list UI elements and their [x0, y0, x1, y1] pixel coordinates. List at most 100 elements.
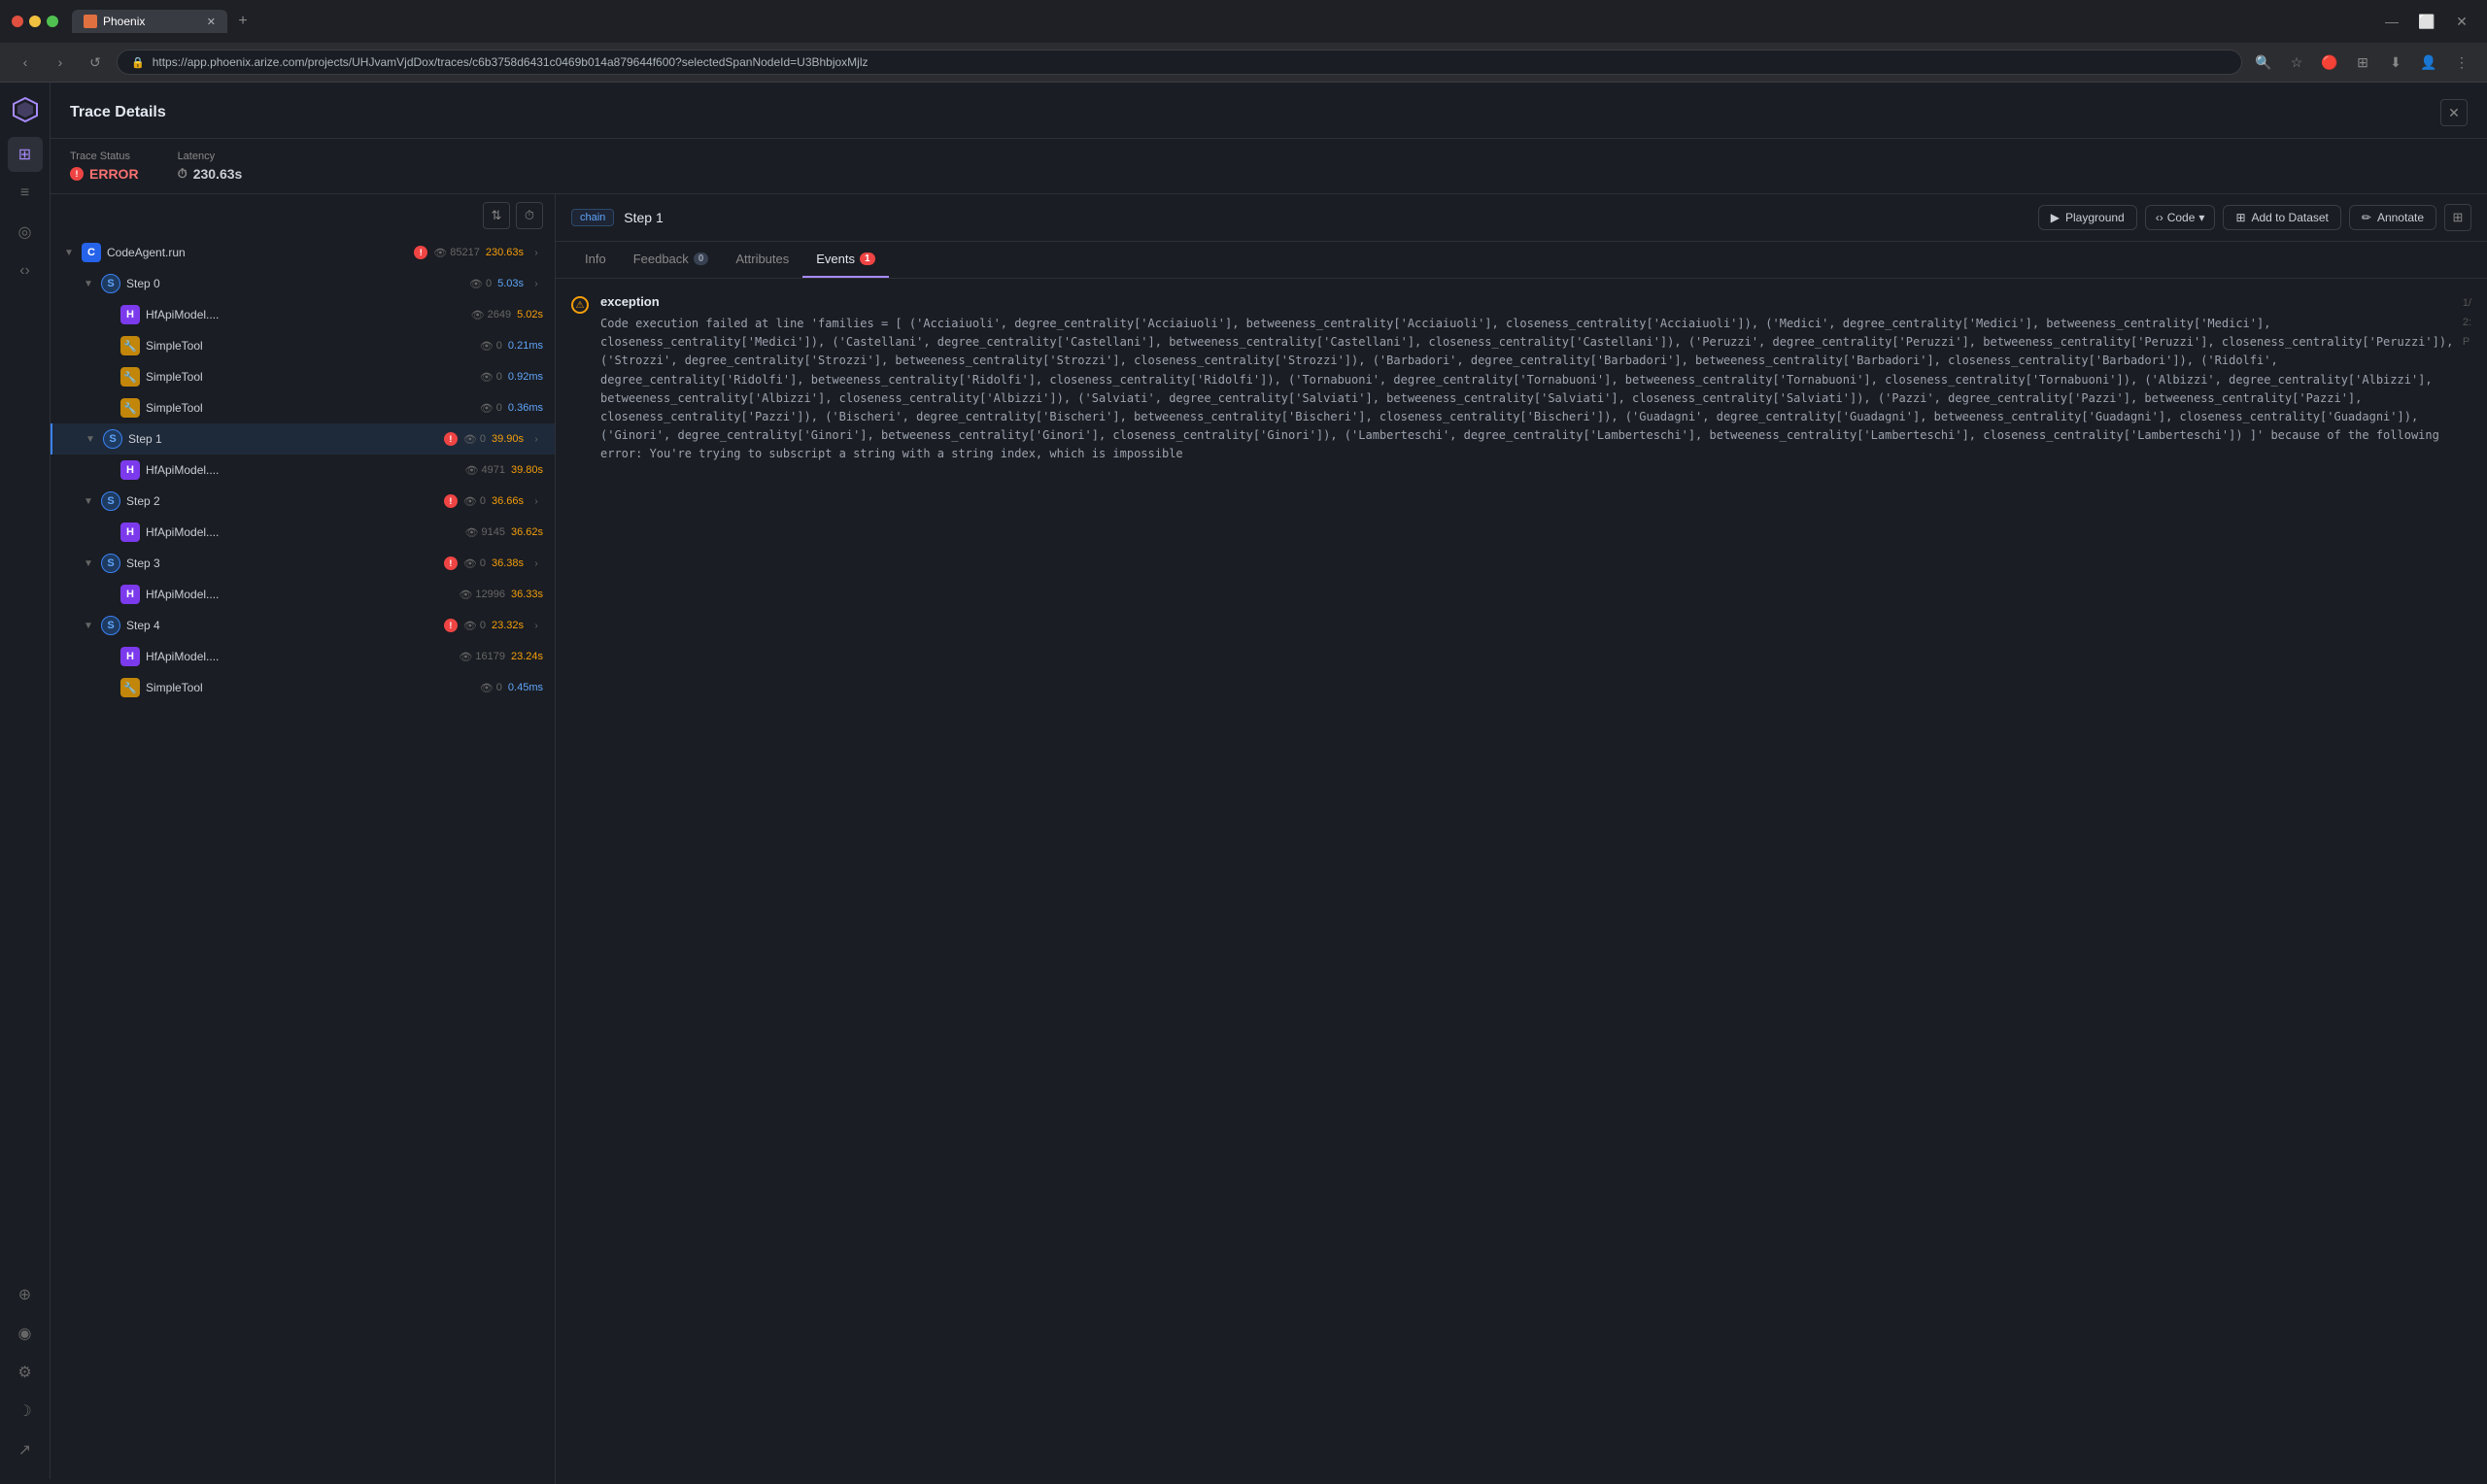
node-icon-tool3: 🔧 [120, 398, 140, 418]
node-tokens-step0: 👁 0 [469, 278, 492, 290]
tree-node-simpletool-2[interactable]: 🔧 SimpleTool 👁 0 0.92ms [51, 361, 555, 392]
sidebar-icon-list[interactable]: ≡ [8, 176, 43, 211]
back-button[interactable]: ‹ [12, 49, 39, 76]
close-trace-details-button[interactable]: ✕ [2440, 113, 2468, 126]
window-close-nav[interactable]: ✕ [2448, 8, 2475, 35]
tab-info-label: Info [585, 252, 606, 266]
expand-icon-step1: ▼ [84, 432, 97, 446]
node-error-step2: ! [444, 494, 458, 508]
tree-node-hfapi-0[interactable]: H HfApiModel.... 👁 2649 5.02s [51, 299, 555, 330]
sidebar-icon-export[interactable]: ↗ [8, 1433, 43, 1467]
trace-status-label: Trace Status [70, 151, 139, 162]
tab-close-btn[interactable]: ✕ [207, 16, 216, 28]
expand-icon [101, 650, 115, 663]
token-count-tool3: 0 [496, 402, 502, 414]
node-tokens-step2: 👁 0 [463, 495, 486, 508]
eye-icon: 👁 [469, 278, 483, 290]
tree-node-step3[interactable]: ▼ S Step 3 ! 👁 0 36.38s › [51, 548, 555, 579]
playground-button[interactable]: ▶ Playground [2038, 205, 2137, 230]
tab-events-label: Events [816, 252, 855, 266]
tree-node-root[interactable]: ▼ C CodeAgent.run ! 👁 85217 230.63s › [51, 237, 555, 268]
window-controls [12, 16, 58, 27]
node-tokens-tool3: 👁 0 [480, 402, 502, 415]
expand-icon [101, 525, 115, 539]
extension-btn-1[interactable]: 🔴 [2316, 49, 2343, 76]
tree-node-hfapi-1[interactable]: H HfApiModel.... 👁 4971 39.80s [51, 455, 555, 486]
tree-node-hfapi-4[interactable]: H HfApiModel.... 👁 16179 23.24s [51, 641, 555, 672]
node-tokens-step1: 👁 0 [463, 433, 486, 446]
timeline-button[interactable]: ⏱ [516, 202, 543, 229]
window-maximize-btn[interactable] [47, 16, 58, 27]
node-time-step3: 36.38s [492, 557, 524, 569]
browser-tab-active[interactable]: Phoenix ✕ [72, 10, 227, 33]
sidebar-icon-theme[interactable]: ☽ [8, 1394, 43, 1429]
sidebar-icon-search[interactable]: ⊕ [8, 1277, 43, 1312]
chevron-icon-step3: › [529, 556, 543, 570]
add-to-dataset-button[interactable]: ⊞ Add to Dataset [2223, 205, 2340, 230]
tab-info[interactable]: Info [571, 242, 620, 278]
tab-attributes[interactable]: Attributes [722, 242, 802, 278]
tree-node-step2[interactable]: ▼ S Step 2 ! 👁 0 36.66s › [51, 486, 555, 517]
playground-icon: ▶ [2051, 211, 2060, 224]
sidebar-icon-user[interactable]: ◉ [8, 1316, 43, 1351]
node-tokens-tool2: 👁 0 [480, 371, 502, 384]
node-icon-hfapi0: H [120, 305, 140, 324]
tree-node-simpletool-1[interactable]: 🔧 SimpleTool 👁 0 0.21ms [51, 330, 555, 361]
tree-node-simpletool-4[interactable]: 🔧 SimpleTool 👁 0 0.45ms [51, 672, 555, 703]
tab-label: Phoenix [103, 15, 145, 28]
latency-label: Latency [178, 151, 243, 162]
tree-node-step1[interactable]: ▼ S Step 1 ! 👁 0 39.90s › [51, 423, 555, 455]
eye-icon: 👁 [480, 371, 494, 384]
forward-button[interactable]: › [47, 49, 74, 76]
node-time-step0: 5.03s [497, 278, 524, 289]
event-warning-icon: ⚠ [571, 296, 589, 314]
token-count-step3: 0 [480, 557, 486, 569]
sidebar-icon-code[interactable]: ‹› [8, 253, 43, 288]
node-time-hfapi0: 5.02s [517, 309, 543, 320]
sidebar-icon-settings[interactable]: ⚙ [8, 1355, 43, 1390]
menu-button[interactable]: ⋮ [2448, 49, 2475, 76]
extension-btn-2[interactable]: ⊞ [2349, 49, 2376, 76]
tree-node-hfapi-2[interactable]: H HfApiModel.... 👁 9145 36.62s [51, 517, 555, 548]
sidebar-icon-grid[interactable]: ⊞ [8, 137, 43, 172]
refresh-button[interactable]: ↺ [82, 49, 109, 76]
node-icon-step4: S [101, 616, 120, 635]
tree-node-step0[interactable]: ▼ S Step 0 👁 0 5.03s › [51, 268, 555, 299]
window-close-btn[interactable] [12, 16, 23, 27]
new-tab-button[interactable]: + [231, 10, 255, 33]
star-button[interactable]: ☆ [2283, 49, 2310, 76]
node-icon-step2: S [101, 491, 120, 511]
window-minimize-nav[interactable]: — [2378, 8, 2405, 35]
tab-events[interactable]: Events 1 [802, 242, 888, 278]
event-type: exception [600, 294, 2471, 309]
code-chevron-icon: ▾ [2198, 211, 2204, 224]
tree-node-step4[interactable]: ▼ S Step 4 ! 👁 0 23.32s › [51, 610, 555, 641]
annotate-button[interactable]: ✏ Annotate [2349, 205, 2436, 230]
expand-icon [101, 463, 115, 477]
expand-tree-button[interactable]: ⇅ [483, 202, 510, 229]
sidebar-icon-circle[interactable]: ◎ [8, 215, 43, 250]
zoom-button[interactable]: 🔍 [2250, 49, 2277, 76]
node-tokens-step4: 👁 0 [463, 620, 486, 632]
expand-icon [101, 370, 115, 384]
download-button[interactable]: ⬇ [2382, 49, 2409, 76]
code-select[interactable]: ‹› Code ▾ [2145, 205, 2216, 230]
clock-icon: ⏱ [178, 166, 187, 182]
tree-node-simpletool-3[interactable]: 🔧 SimpleTool 👁 0 0.36ms [51, 392, 555, 423]
latency-value: ⏱ 230.63s [178, 166, 243, 182]
window-minimize-btn[interactable] [29, 16, 41, 27]
panel-toggle-button[interactable]: ⊞ [2444, 204, 2471, 231]
node-time-hfapi4: 23.24s [511, 651, 543, 662]
node-name-tool4: SimpleTool [146, 681, 474, 694]
window-restore-nav[interactable]: ⬜ [2413, 8, 2440, 35]
token-count-tool2: 0 [496, 371, 502, 383]
expand-icon [101, 339, 115, 353]
tab-feedback[interactable]: Feedback 0 [620, 242, 723, 278]
eye-icon: 👁 [463, 620, 477, 632]
token-count-hfapi3: 12996 [475, 589, 505, 600]
node-name-tool1: SimpleTool [146, 339, 474, 353]
profile-button[interactable]: 👤 [2415, 49, 2442, 76]
token-count-hfapi1: 4971 [481, 464, 504, 476]
url-bar[interactable]: 🔒 https://app.phoenix.arize.com/projects… [117, 50, 2242, 75]
tree-node-hfapi-3[interactable]: H HfApiModel.... 👁 12996 36.33s [51, 579, 555, 610]
